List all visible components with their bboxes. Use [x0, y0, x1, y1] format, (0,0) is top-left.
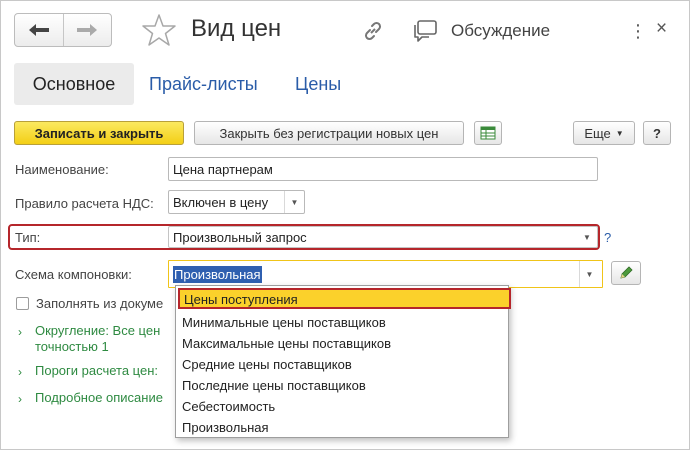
discussion-button[interactable]: Обсуждение [451, 21, 550, 41]
dropdown-option[interactable]: Цены поступления [178, 288, 511, 309]
save-and-close-button[interactable]: Записать и закрыть [14, 121, 184, 145]
type-help-link[interactable]: ? [604, 230, 611, 245]
chevron-down-icon[interactable]: ▼ [579, 261, 599, 287]
dropdown-option[interactable]: Средние цены поставщиков [182, 354, 352, 375]
tab-price-lists[interactable]: Прайс-листы [149, 74, 258, 95]
window: Вид цен Обсуждение ⋮ × Основное Прайс-ли… [0, 0, 690, 450]
rounding-group-link-line2[interactable]: точностью 1 [35, 339, 109, 354]
schema-dropdown-list: Цены поступления Минимальные цены постав… [175, 285, 511, 438]
arrow-left-icon [28, 24, 49, 36]
vat-rule-select[interactable]: Включен в цену ▼ [168, 190, 305, 214]
link-icon[interactable] [361, 19, 385, 43]
dropdown-option[interactable]: Себестоимость [182, 396, 275, 417]
details-group-link[interactable]: Подробное описание [35, 390, 163, 405]
back-button[interactable] [15, 14, 63, 46]
ellipsis-icon[interactable]: ⋮ [629, 21, 647, 42]
chevron-down-icon[interactable]: ▼ [284, 191, 304, 213]
arrow-right-icon [77, 24, 98, 36]
star-icon[interactable] [141, 13, 177, 47]
chevron-down-icon: ▼ [615, 128, 624, 138]
type-select[interactable]: Произвольный запрос ▼ [168, 226, 598, 248]
thresholds-group-link[interactable]: Пороги расчета цен: [35, 363, 158, 378]
dropdown-option[interactable]: Минимальные цены поставщиков [182, 312, 386, 333]
navigation-group [14, 13, 112, 47]
close-icon[interactable]: × [656, 18, 667, 40]
dropdown-option[interactable]: Последние цены поставщиков [182, 375, 366, 396]
rounding-group-link[interactable]: Округление: Все цен [35, 323, 160, 338]
schema-select[interactable]: Произвольная ▼ [168, 260, 603, 288]
dropdown-option[interactable]: Произвольная [182, 417, 269, 438]
pencil-icon [620, 266, 633, 279]
chevron-right-icon[interactable]: › [18, 325, 22, 339]
more-button[interactable]: Еще ▼ [573, 121, 635, 145]
type-value: Произвольный запрос [173, 229, 307, 245]
speech-bubble-icon[interactable] [413, 19, 439, 43]
close-without-registration-button[interactable]: Закрыть без регистрации новых цен [194, 121, 464, 145]
fill-from-docs-checkbox[interactable] [16, 297, 29, 310]
schema-value: Произвольная [173, 265, 262, 283]
schema-label: Схема компоновки: [15, 267, 132, 282]
tab-main[interactable]: Основное [14, 63, 134, 105]
vat-rule-value: Включен в цену [173, 194, 269, 210]
edit-schema-button[interactable] [611, 261, 641, 285]
page-title: Вид цен [191, 15, 282, 42]
table-button[interactable] [474, 121, 502, 145]
chevron-right-icon[interactable]: › [18, 365, 22, 379]
type-label: Тип: [15, 230, 41, 245]
chevron-right-icon[interactable]: › [18, 392, 22, 406]
fill-from-docs-label: Заполнять из докуме [36, 296, 164, 311]
dropdown-option[interactable]: Максимальные цены поставщиков [182, 333, 391, 354]
vat-rule-label: Правило расчета НДС: [15, 196, 154, 211]
tab-prices[interactable]: Цены [295, 74, 341, 95]
table-icon [480, 126, 496, 140]
name-value: Цена партнерам [173, 161, 273, 177]
chevron-down-icon[interactable]: ▼ [577, 227, 597, 247]
forward-button[interactable] [62, 14, 112, 46]
name-field[interactable]: Цена партнерам [168, 157, 598, 181]
help-button[interactable]: ? [643, 121, 671, 145]
name-label: Наименование: [15, 162, 109, 177]
more-button-label: Еще [584, 125, 611, 141]
